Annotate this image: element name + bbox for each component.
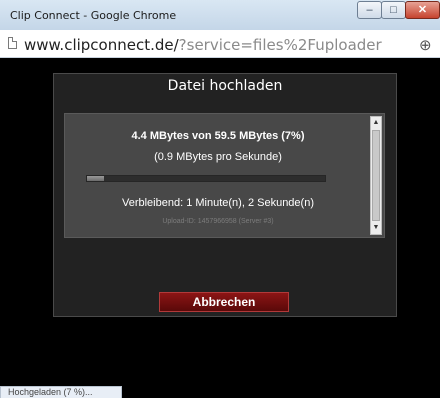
cancel-button[interactable]: Abbrechen xyxy=(159,292,289,312)
scroll-up-arrow-icon[interactable]: ▲ xyxy=(371,118,381,128)
page-icon xyxy=(8,37,17,49)
window-title: Clip Connect - Google Chrome xyxy=(10,9,177,22)
status-bubble: Hochgeladen (7 %)... xyxy=(0,386,122,398)
minimize-button[interactable]: – xyxy=(357,1,382,19)
upload-status-panel: 4.4 MBytes von 59.5 MBytes (7%) (0.9 MBy… xyxy=(64,113,385,238)
upload-rate-text: (0.9 MBytes pro Sekunde) xyxy=(154,151,282,163)
upload-id-text: Upload-ID: 1457966958 (Server #3) xyxy=(162,218,274,225)
upload-progress-bar xyxy=(86,175,326,182)
maximize-button[interactable]: □ xyxy=(381,1,406,19)
scroll-thumb[interactable] xyxy=(372,130,380,221)
zoom-icon[interactable]: ⊕ xyxy=(419,36,432,54)
progress-bar-fill xyxy=(87,176,104,181)
url-text[interactable]: www.clipconnect.de/?service=files%2Fuplo… xyxy=(24,36,382,54)
time-remaining-text: Verbleibend: 1 Minute(n), 2 Sekunde(n) xyxy=(121,197,314,209)
progress-amount-text: 4.4 MBytes von 59.5 MBytes (7%) xyxy=(131,130,305,142)
panel-scrollbar[interactable]: ▲ ▼ xyxy=(370,116,382,235)
upload-dialog: Datei hochladen 4.4 MBytes von 59.5 MByt… xyxy=(53,73,397,317)
url-host: www.clipconnect.de/ xyxy=(24,36,179,54)
dialog-title: Datei hochladen xyxy=(167,78,283,94)
window-titlebar: Clip Connect - Google Chrome – □ ✕ xyxy=(0,0,440,30)
url-path: ?service=files%2Fuploader xyxy=(178,36,382,54)
close-button[interactable]: ✕ xyxy=(405,1,440,19)
address-bar[interactable]: www.clipconnect.de/?service=files%2Fuplo… xyxy=(0,30,440,58)
scroll-down-arrow-icon[interactable]: ▼ xyxy=(371,223,381,233)
